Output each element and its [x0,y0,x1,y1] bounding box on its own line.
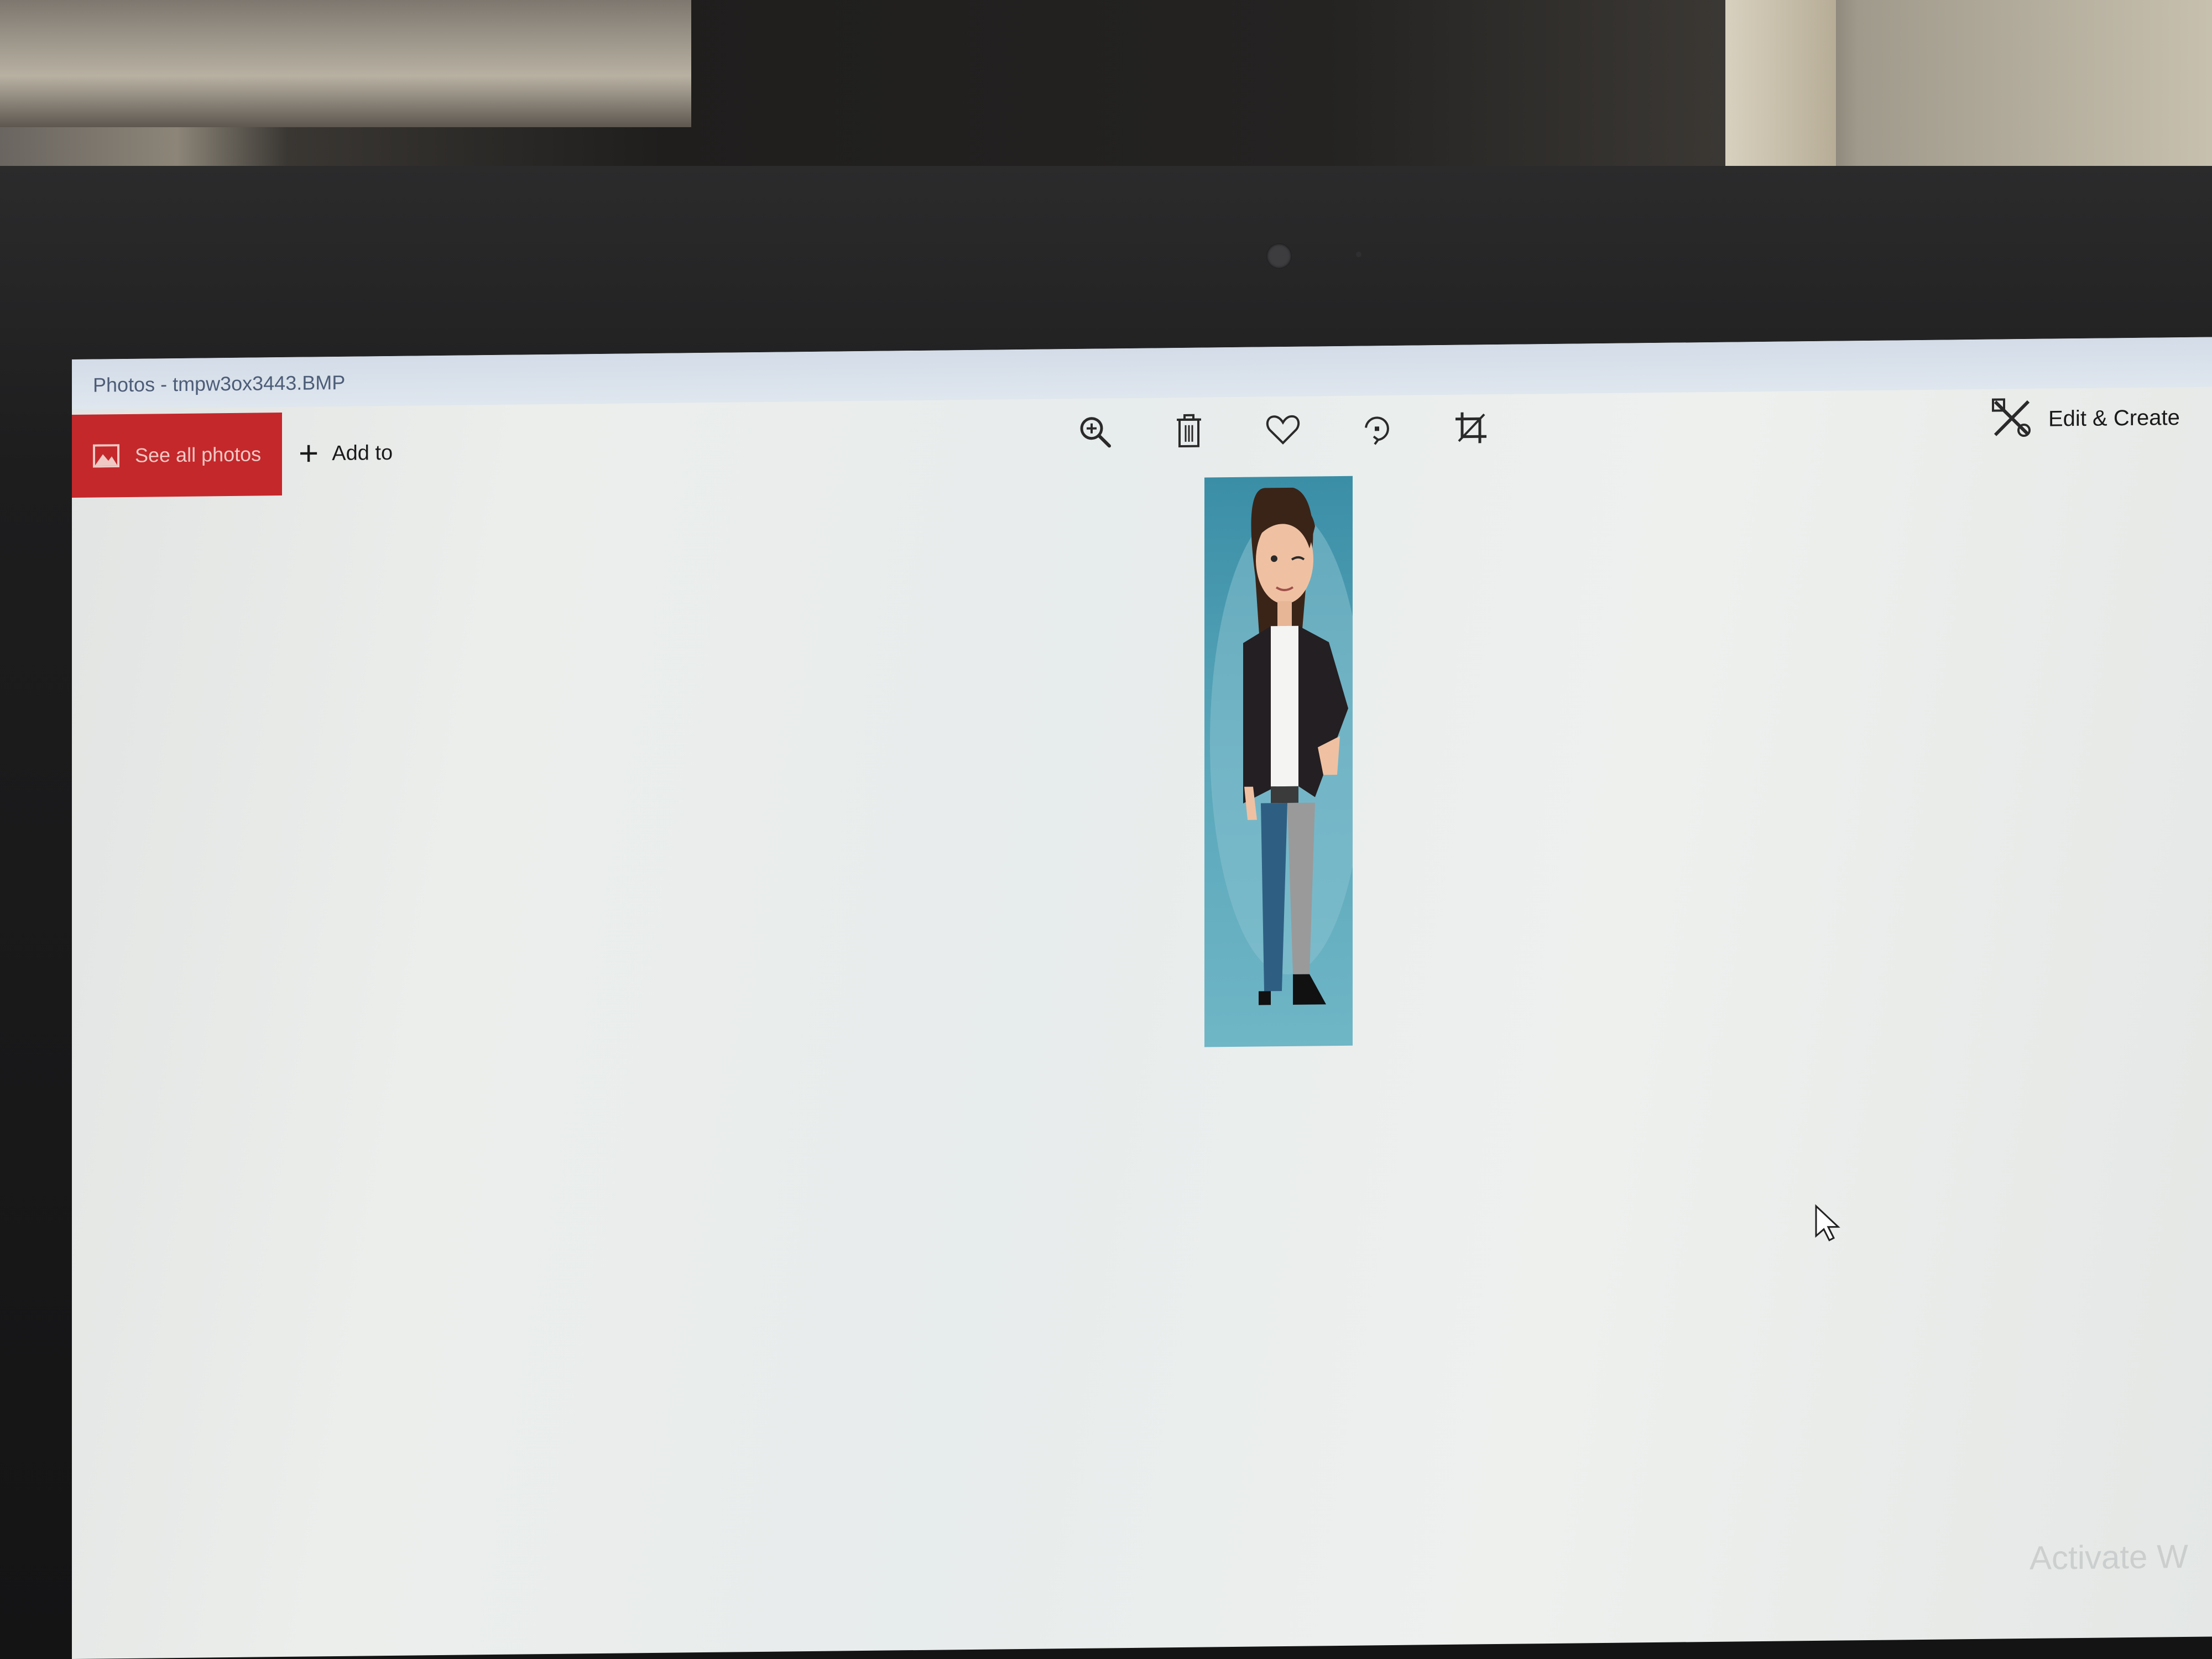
crop-icon[interactable] [1449,400,1493,456]
edit-create-label: Edit & Create [2048,405,2180,431]
edit-create-button[interactable]: Edit & Create [1991,387,2180,450]
zoom-in-icon[interactable] [1073,404,1117,460]
shelf-background [0,0,691,127]
add-to-button[interactable]: + Add to [299,411,393,495]
delete-icon[interactable] [1167,403,1211,458]
plus-icon: + [299,434,319,473]
window-title: Photos - tmpw3ox3443.BMP [93,371,346,397]
see-all-photos-label: See all photos [135,442,262,467]
doorframe-background [1725,0,1836,182]
add-to-label: Add to [332,441,393,465]
webcam-led [1356,252,1361,257]
activate-windows-watermark: Activate W [2030,1537,2188,1577]
edit-create-icon [1991,397,2033,442]
photos-icon [93,444,119,468]
favorite-heart-icon[interactable] [1261,402,1305,458]
rotate-icon[interactable] [1355,401,1399,457]
see-all-photos-button[interactable]: See all photos [72,413,282,498]
mouse-cursor-icon [1814,1203,1841,1243]
cartoon-woman-illustration [1210,487,1365,1005]
displayed-photo[interactable] [1204,476,1365,1047]
webcam [1266,243,1292,269]
photos-app-window: Photos - tmpw3ox3443.BMP See all photos … [72,337,2212,1659]
